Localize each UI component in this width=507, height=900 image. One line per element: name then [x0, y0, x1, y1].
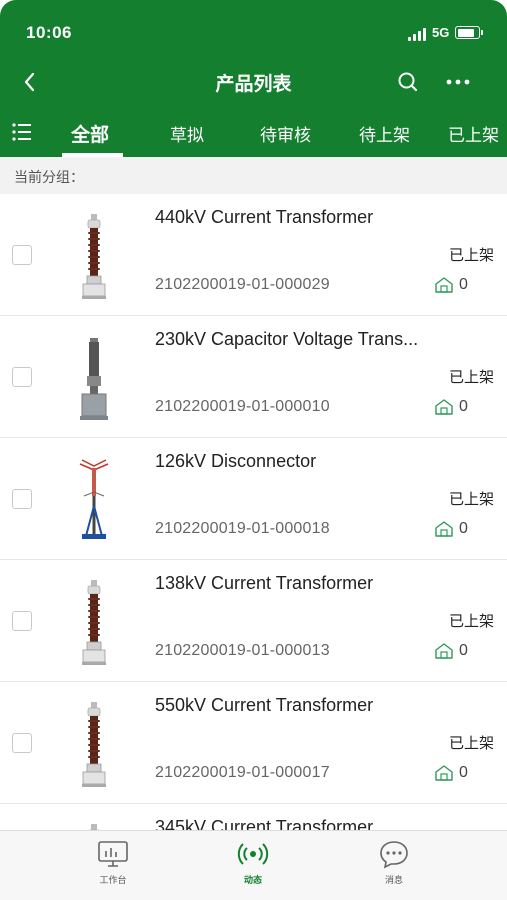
row-checkbox[interactable]	[12, 489, 32, 509]
current-transformer-image	[82, 580, 106, 665]
product-name: 550kV Current Transformer	[155, 695, 374, 715]
current-group-label: 当前分组：	[14, 169, 84, 185]
product-name: 138kV Current Transformer	[155, 573, 374, 593]
product-status: 已上架	[448, 491, 494, 508]
capacitor-voltage-transformer-image	[80, 338, 108, 420]
product-name: 345kV Current Transformer	[155, 817, 374, 830]
tab-listed[interactable]: 已上架	[448, 121, 499, 146]
product-status: 已上架	[448, 369, 494, 386]
nav-activity[interactable]: 动态	[213, 839, 293, 895]
product-name: 440kV Current Transformer	[155, 207, 374, 227]
nav-messages-label: 消息	[384, 875, 403, 885]
status-tabs: 全部 草拟 待审核 待上架 已上架	[0, 110, 507, 157]
nav-workbench[interactable]: 工作台	[73, 839, 153, 895]
product-row[interactable]: 138kV Current Transformer 已上架 2102200019…	[0, 560, 507, 682]
row-checkbox[interactable]	[12, 245, 32, 265]
signal-icon	[408, 28, 428, 41]
product-code: 2102200019-01-000013	[155, 642, 330, 659]
nav-workbench-label: 工作台	[99, 875, 127, 885]
workbench-icon	[98, 841, 128, 867]
nav-activity-label: 动态	[243, 875, 262, 885]
product-row[interactable]: 440kV Current Transformer 已上架 2102200019…	[0, 194, 507, 316]
tab-pending-listing[interactable]: 待上架	[359, 121, 410, 146]
page-title: 产品列表	[215, 74, 292, 95]
product-status: 已上架	[448, 613, 494, 630]
stock-count: 0	[459, 520, 468, 537]
product-code: 2102200019-01-000018	[155, 520, 330, 537]
stock-count: 0	[459, 642, 468, 659]
status-time: 10:06	[26, 23, 72, 42]
stock-count: 0	[459, 764, 468, 781]
group-bar: 当前分组：	[0, 157, 507, 194]
warehouse-icon	[435, 765, 453, 781]
product-name: 126kV Disconnector	[155, 451, 317, 471]
app-header: 10:06 5G 产品列表 全部 草拟 待审核 待上架 已上架	[0, 0, 507, 157]
message-icon	[380, 841, 408, 869]
more-icon[interactable]	[444, 70, 472, 94]
product-list: 440kV Current Transformer 已上架 2102200019…	[0, 194, 507, 830]
row-checkbox[interactable]	[12, 611, 32, 631]
disconnector-image	[79, 459, 109, 539]
warehouse-icon	[435, 521, 453, 537]
stock-count: 0	[459, 276, 468, 293]
current-transformer-image	[82, 702, 106, 787]
network-type: 5G	[432, 25, 450, 40]
product-status: 已上架	[448, 735, 494, 752]
status-bar: 10:06 5G	[0, 0, 507, 64]
product-row[interactable]: 126kV Disconnector 已上架 2102200019-01-000…	[0, 438, 507, 560]
row-checkbox[interactable]	[12, 733, 32, 753]
broadcast-icon	[237, 843, 269, 865]
product-row[interactable]: 230kV Capacitor Voltage Trans... 已上架 210…	[0, 316, 507, 438]
tab-pending-review[interactable]: 待审核	[260, 121, 311, 146]
row-checkbox[interactable]	[12, 367, 32, 387]
product-code: 2102200019-01-000017	[155, 764, 330, 781]
product-code: 2102200019-01-000029	[155, 276, 330, 293]
battery-icon	[455, 26, 483, 39]
current-transformer-image	[88, 824, 100, 830]
stock-count: 0	[459, 398, 468, 415]
product-status: 已上架	[448, 247, 494, 264]
search-icon[interactable]	[396, 70, 420, 94]
tab-all[interactable]: 全部	[71, 120, 109, 147]
chevron-left-icon[interactable]	[18, 68, 42, 96]
product-code: 2102200019-01-000010	[155, 398, 330, 415]
product-name: 230kV Capacitor Voltage Trans...	[155, 329, 419, 349]
warehouse-icon	[435, 277, 453, 293]
nav-messages[interactable]: 消息	[354, 839, 434, 895]
warehouse-icon	[435, 399, 453, 415]
nav-bar: 产品列表	[0, 64, 507, 100]
tab-draft[interactable]: 草拟	[170, 121, 204, 146]
list-menu-icon[interactable]	[12, 123, 32, 141]
current-transformer-image	[82, 214, 106, 299]
warehouse-icon	[435, 643, 453, 659]
product-row[interactable]: 345kV Current Transformer	[0, 804, 507, 830]
product-row[interactable]: 550kV Current Transformer 已上架 2102200019…	[0, 682, 507, 804]
bottom-nav: 工作台 动态 消息	[0, 830, 507, 900]
